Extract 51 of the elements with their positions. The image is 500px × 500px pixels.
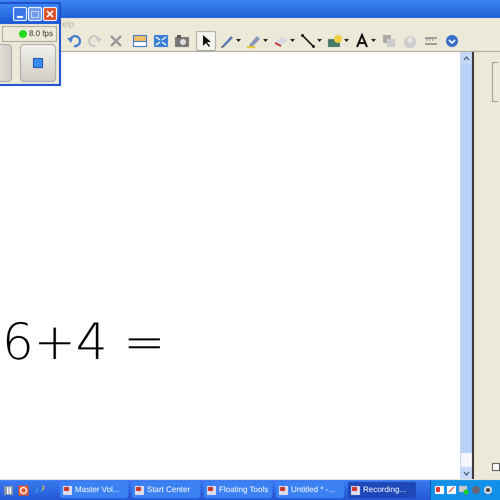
window-icon <box>63 486 72 494</box>
delete-icon <box>108 32 124 48</box>
redo-icon <box>87 32 103 48</box>
caret-icon <box>236 39 241 42</box>
vertical-scrollbar[interactable] <box>460 52 472 479</box>
frame-rate: 8.0 fps <box>28 28 53 40</box>
chevron-up-icon <box>463 56 470 60</box>
taskbar-button[interactable]: Untitled * -... <box>276 482 344 498</box>
scroll-thumb[interactable] <box>461 64 472 453</box>
caret-icon <box>344 39 349 42</box>
caret-icon <box>263 39 268 42</box>
stop-icon <box>33 58 43 68</box>
minimize-button[interactable] <box>13 7 27 21</box>
taskbar-button[interactable]: Floating Tools <box>204 482 272 498</box>
taskbar-button[interactable]: Recording... <box>348 482 416 498</box>
taskbar-button[interactable]: Master Vol... <box>60 482 128 498</box>
close-icon <box>46 10 54 18</box>
fill-icon <box>327 32 343 48</box>
tray-icon[interactable] <box>435 485 445 495</box>
scroll-up-button[interactable] <box>461 52 472 64</box>
record-icon[interactable] <box>18 484 29 496</box>
window-icon <box>351 486 360 494</box>
status-dot-icon <box>18 30 27 38</box>
checkbox[interactable] <box>492 463 500 471</box>
window-icon <box>207 486 216 494</box>
handwritten-text: 6+4 = <box>1 317 166 367</box>
maximize-button[interactable] <box>28 7 42 21</box>
screen-icon <box>132 32 148 48</box>
line-icon <box>300 32 316 48</box>
scroll-down-button[interactable] <box>461 467 472 479</box>
tray-icon[interactable] <box>447 485 457 495</box>
maximize-icon <box>31 10 39 18</box>
panel-frame <box>492 62 498 102</box>
chevron-down-icon <box>463 470 470 476</box>
caret-icon <box>290 39 295 42</box>
minimize-icon <box>17 16 23 18</box>
caret-icon <box>317 39 322 42</box>
stop-button[interactable] <box>20 44 56 82</box>
layers-icon <box>381 32 397 48</box>
undo-icon <box>66 32 82 48</box>
taskbar-button[interactable]: Start Center <box>132 482 200 498</box>
text-tool-icon <box>354 32 370 48</box>
down-circle-icon <box>444 32 460 48</box>
drawing-canvas[interactable]: 6+4 = <box>0 52 460 479</box>
camera-icon <box>174 32 190 48</box>
caret-icon <box>371 39 376 42</box>
window-icon <box>279 486 288 494</box>
window-icon <box>135 486 144 494</box>
tool-button[interactable] <box>196 30 216 50</box>
close-button[interactable] <box>43 7 57 21</box>
fullscreen-icon <box>153 32 169 48</box>
